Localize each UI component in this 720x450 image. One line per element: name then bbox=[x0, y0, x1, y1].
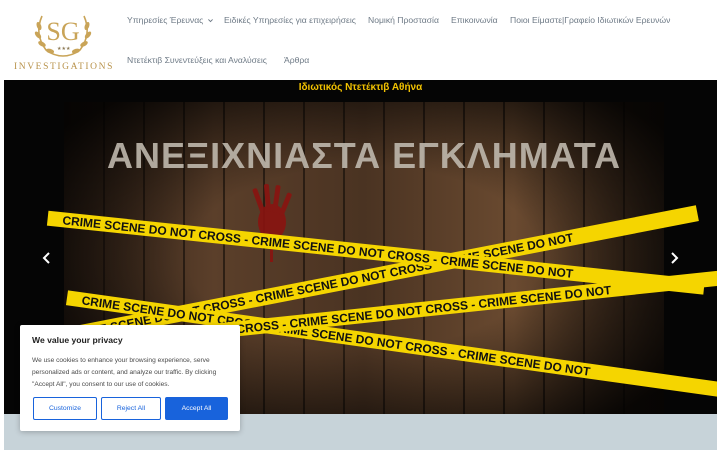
logo-monogram: SG bbox=[46, 17, 79, 46]
cookie-consent-banner: We value your privacy We use cookies to … bbox=[20, 325, 240, 431]
svg-text:★: ★ bbox=[66, 46, 71, 52]
accept-all-button[interactable]: Accept All bbox=[165, 397, 228, 420]
cookie-title: We value your privacy bbox=[32, 335, 123, 345]
nav-item-research-services[interactable]: Υπηρεσίες Έρευνας bbox=[127, 15, 214, 25]
reject-all-button[interactable]: Reject All bbox=[101, 397, 161, 420]
nav-item-legal-protection[interactable]: Νομική Προστασία bbox=[368, 15, 439, 25]
laurel-monogram-icon: SG ★ ★ ★ bbox=[34, 15, 92, 57]
customize-button[interactable]: Customize bbox=[33, 397, 97, 420]
nav-item-contact[interactable]: Επικοινωνία bbox=[451, 15, 498, 25]
nav-item-articles[interactable]: Άρθρα bbox=[284, 55, 309, 65]
cookie-description: We use cookies to enhance your browsing … bbox=[32, 357, 217, 388]
site-header: SG ★ ★ ★ INVESTIGATIONS Υπηρεσίες Έρευνας … bbox=[0, 0, 720, 80]
hero-image-headline: ΑΝΕΞΙΧΝΙΑΣΤΑ ΕΓΚΛΗΜΑΤΑ bbox=[107, 135, 621, 176]
hero-title: Ιδιωτικός Ντετέκτιβ Αθήνα bbox=[298, 82, 423, 93]
chevron-down-icon bbox=[208, 18, 214, 22]
nav-item-label: Νομική Προστασία bbox=[368, 15, 439, 25]
nav-item-label: Ντετέκτιβ Συνεντεύξεις και Αναλύσεις bbox=[127, 55, 267, 65]
nav-item-label: Ειδικές Υπηρεσίες για επιχειρήσεις bbox=[224, 15, 356, 25]
nav-item-interviews[interactable]: Ντετέκτιβ Συνεντεύξεις και Αναλύσεις bbox=[127, 55, 267, 65]
nav-item-business-services[interactable]: Ειδικές Υπηρεσίες για επιχειρήσεις bbox=[224, 15, 356, 25]
cookie-button-row: Customize Reject All Accept All bbox=[33, 397, 228, 420]
slider-next-arrow-icon[interactable] bbox=[667, 250, 681, 266]
nav-item-label: Άρθρα bbox=[284, 55, 310, 65]
logo-wordmark: INVESTIGATIONS bbox=[14, 62, 114, 72]
nav-item-label: Υπηρεσίες Έρευνας bbox=[127, 15, 204, 25]
site-logo[interactable]: SG ★ ★ ★ INVESTIGATIONS bbox=[14, 6, 112, 74]
slider-prev-arrow-icon[interactable] bbox=[40, 250, 54, 266]
nav-item-label: Επικοινωνία bbox=[451, 15, 498, 25]
nav-item-label: Ποιοι Είμαστε|Γραφείο Ιδιωτικών Ερευνών bbox=[510, 15, 671, 25]
nav-item-about-us[interactable]: Ποιοι Είμαστε|Γραφείο Ιδιωτικών Ερευνών bbox=[510, 15, 670, 25]
main-navigation: Υπηρεσίες Έρευνας Ειδικές Υπηρεσίες για … bbox=[124, 0, 714, 80]
